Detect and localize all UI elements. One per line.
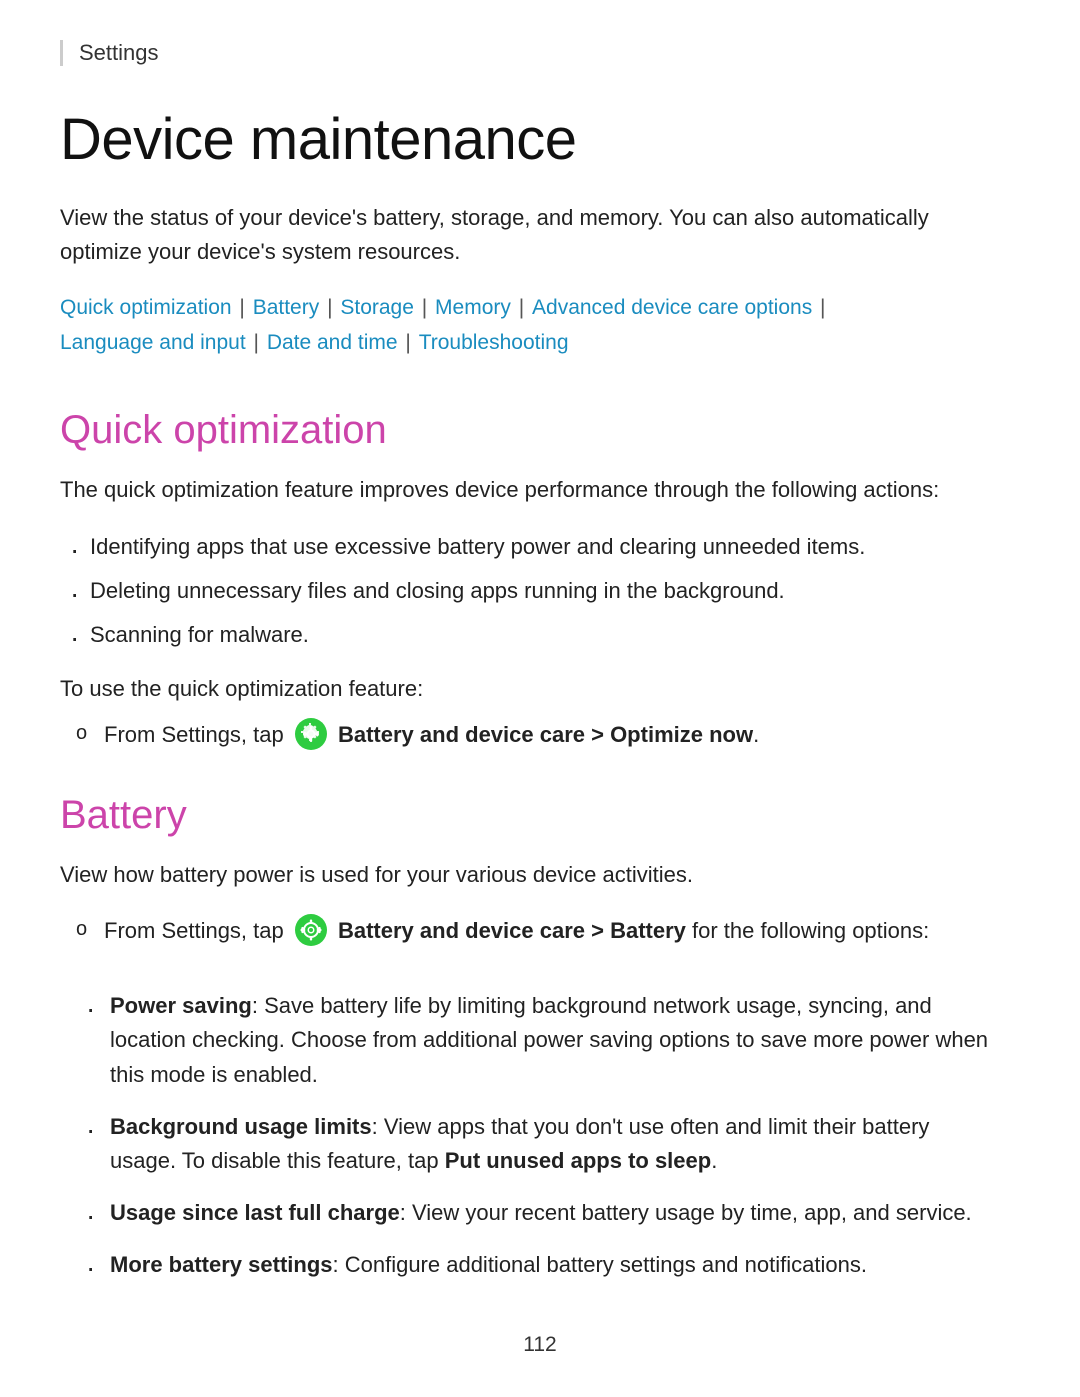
- section-quick-optimization: Quick optimization The quick optimizatio…: [60, 408, 1020, 753]
- battery-step-before: From Settings, tap: [104, 918, 290, 943]
- nav-links: Quick optimization | Battery | Storage |…: [60, 291, 1020, 360]
- page-title: Device maintenance: [60, 106, 1020, 173]
- battery-settings-icon: [294, 913, 328, 947]
- battery-subbullet-3-bold: Usage since last full charge: [110, 1200, 400, 1225]
- quick-optimization-intro: The quick optimization feature improves …: [60, 473, 1000, 507]
- battery-intro: View how battery power is used for your …: [60, 858, 1000, 892]
- quick-optimization-step-1: From Settings, tap: [60, 718, 1000, 753]
- nav-link-memory[interactable]: Memory: [435, 296, 511, 319]
- battery-step-after: for the following options:: [686, 918, 929, 943]
- section-battery: Battery View how battery power is used f…: [60, 793, 1020, 1282]
- battery-subbullet-2: Background usage limits: View apps that …: [60, 1110, 1000, 1178]
- to-use-text: To use the quick optimization feature:: [60, 676, 1020, 702]
- nav-link-quick-optimization[interactable]: Quick optimization: [60, 296, 232, 319]
- battery-sub-bullets: Power saving: Save battery life by limit…: [60, 989, 1020, 1282]
- bullet-item-2: Deleting unnecessary files and closing a…: [60, 574, 1000, 608]
- battery-step-bold: Battery and device care > Battery: [338, 918, 686, 943]
- nav-sep-5: |: [814, 296, 825, 319]
- battery-steps: From Settings, tap: [60, 914, 1020, 949]
- battery-subbullet-1-bold: Power saving: [110, 993, 252, 1018]
- battery-subbullet-2-bold2: Put unused apps to sleep: [445, 1148, 711, 1173]
- battery-subbullet-4: More battery settings: Configure additio…: [60, 1248, 1000, 1282]
- quick-optimization-steps: From Settings, tap: [60, 718, 1020, 753]
- battery-subbullet-3-text: : View your recent battery usage by time…: [400, 1200, 972, 1225]
- quick-optimization-bullets: Identifying apps that use excessive batt…: [60, 530, 1020, 652]
- bullet-item-1: Identifying apps that use excessive batt…: [60, 530, 1000, 564]
- battery-subbullet-4-text: : Configure additional battery settings …: [333, 1252, 867, 1277]
- nav-sep-3: |: [416, 296, 433, 319]
- step-bold-text: Battery and device care > Optimize now: [338, 722, 753, 747]
- battery-subbullet-2-bold: Background usage limits: [110, 1114, 372, 1139]
- bullet-item-3: Scanning for malware.: [60, 618, 1000, 652]
- battery-subbullet-3: Usage since last full charge: View your …: [60, 1196, 1000, 1230]
- page-number: 112: [0, 1333, 1080, 1357]
- section-title-quick-optimization: Quick optimization: [60, 408, 1020, 453]
- nav-sep-2: |: [321, 296, 338, 319]
- battery-subbullet-4-bold: More battery settings: [110, 1252, 333, 1277]
- breadcrumb-label: Settings: [79, 40, 159, 65]
- nav-link-storage[interactable]: Storage: [340, 296, 414, 319]
- step-text-before: From Settings, tap: [104, 722, 290, 747]
- battery-subbullet-1: Power saving: Save battery life by limit…: [60, 989, 1000, 1091]
- step-period: .: [753, 722, 759, 747]
- page-container: Settings Device maintenance View the sta…: [0, 0, 1080, 1397]
- nav-link-datetime[interactable]: Date and time: [267, 331, 398, 354]
- nav-link-battery[interactable]: Battery: [253, 296, 320, 319]
- battery-step-1: From Settings, tap: [60, 914, 1000, 949]
- nav-sep-7: |: [400, 331, 417, 354]
- nav-link-language[interactable]: Language and input: [60, 331, 246, 354]
- nav-sep-4: |: [513, 296, 530, 319]
- breadcrumb: Settings: [60, 40, 1020, 66]
- nav-link-advanced[interactable]: Advanced device care options: [532, 296, 812, 319]
- nav-sep-1: |: [234, 296, 251, 319]
- settings-icon: [294, 717, 328, 751]
- battery-subbullet-2-period: .: [711, 1148, 717, 1173]
- nav-link-troubleshooting[interactable]: Troubleshooting: [419, 331, 569, 354]
- section-title-battery: Battery: [60, 793, 1020, 838]
- intro-text: View the status of your device's battery…: [60, 201, 980, 269]
- nav-sep-6: |: [248, 331, 265, 354]
